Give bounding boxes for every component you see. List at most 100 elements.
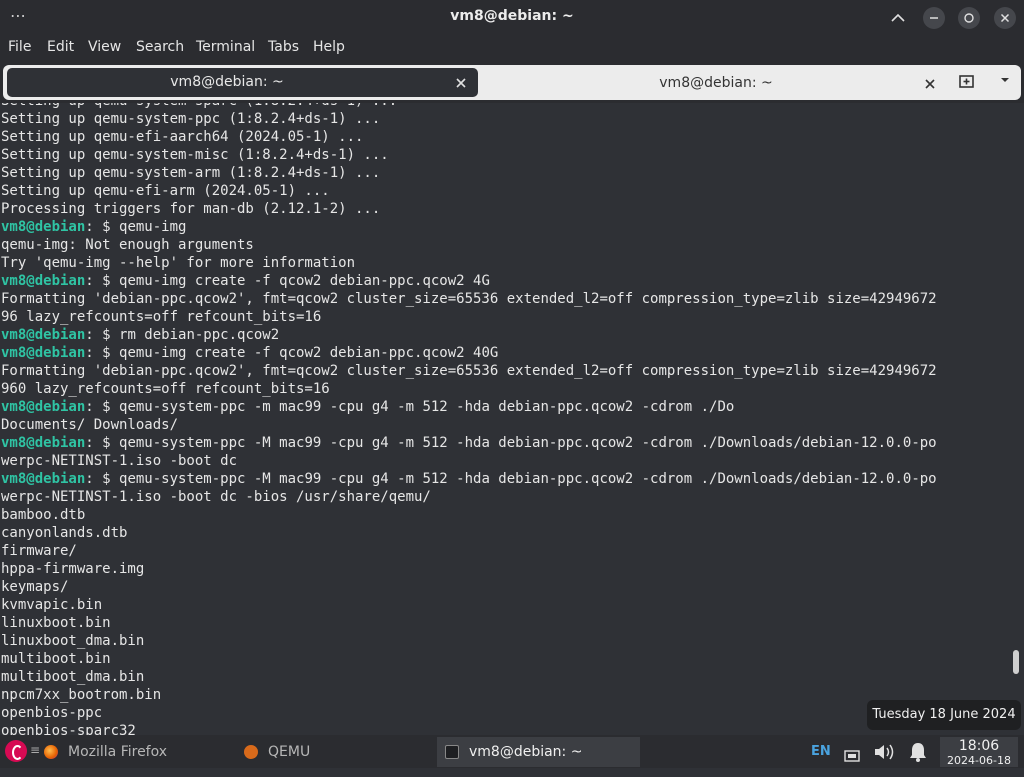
line-text: multiboot_dma.bin — [1, 669, 145, 685]
terminal-output-line: keymaps/ — [1, 578, 937, 596]
clock[interactable]: 18:06 2024-06-18 — [940, 737, 1018, 767]
terminal-command-line: vm8@debian: $ rm debian-ppc.qcow2 — [1, 326, 937, 344]
tab-1[interactable]: vm8@debian: ~ — [7, 68, 478, 97]
terminal-output-line: Setting up qemu-system-ppc (1:8.2.4+ds-1… — [1, 110, 937, 128]
line-text: Setting up qemu-system-ppc (1:8.2.4+ds-1… — [1, 111, 381, 127]
prompt-user: vm8@debian — [1, 345, 86, 361]
terminal-output-line: Documents/ Downloads/ — [1, 416, 937, 434]
keyboard-layout-indicator[interactable]: EN — [811, 735, 831, 768]
terminal-output-line: 96 lazy_refcounts=off refcount_bits=16 — [1, 308, 937, 326]
new-tab-icon[interactable] — [958, 73, 976, 91]
prompt-user: vm8@debian — [1, 471, 86, 487]
terminal-output-line: bamboo.dtb — [1, 506, 937, 524]
line-text: Setting up qemu-efi-arm (2024.05-1) ... — [1, 183, 330, 199]
line-text: linuxboot_dma.bin — [1, 633, 145, 649]
volume-icon[interactable] — [872, 740, 898, 764]
line-text: werpc-NETINST-1.iso -boot dc -bios /usr/… — [1, 489, 431, 505]
task-terminal[interactable]: vm8@debian: ~ — [437, 737, 640, 767]
terminal-output-line: canyonlands.dtb — [1, 524, 937, 542]
tab-1-close-icon[interactable] — [454, 72, 468, 94]
terminal-output-line: Formatting 'debian-ppc.qcow2', fmt=qcow2… — [1, 362, 937, 380]
line-text: linuxboot.bin — [1, 615, 111, 631]
terminal-output-line: npcm7xx_bootrom.bin — [1, 686, 937, 704]
line-text: firmware/ — [1, 543, 77, 559]
task-qemu-label: QEMU — [268, 744, 311, 760]
line-text: Setting up qemu-efi-aarch64 (2024.05-1) … — [1, 129, 364, 145]
terminal-output-line: multiboot_dma.bin — [1, 668, 937, 686]
task-firefox-label: Mozilla Firefox — [68, 744, 168, 760]
menu-tabs[interactable]: Tabs — [268, 39, 299, 55]
prompt-user: vm8@debian — [1, 273, 86, 289]
line-text: multiboot.bin — [1, 651, 111, 667]
task-firefox[interactable]: Mozilla Firefox — [36, 737, 226, 767]
tab-strip: vm8@debian: ~ vm8@debian: ~ — [3, 65, 1021, 100]
clock-time: 18:06 — [958, 738, 1000, 754]
line-text: Setting up qemu-system-sparc (1:8.2.4+ds… — [1, 103, 397, 109]
taskbar: ≡ Mozilla Firefox QEMU vm8@debian: ~ EN … — [0, 735, 1024, 768]
terminal-command-line: vm8@debian: $ qemu-img — [1, 218, 937, 236]
line-text: qemu-system-ppc -M mac99 -cpu g4 -m 512 … — [119, 471, 937, 487]
close-window-button[interactable] — [994, 7, 1016, 29]
terminal-output-line: werpc-NETINST-1.iso -boot dc — [1, 452, 937, 470]
task-qemu[interactable]: QEMU — [236, 737, 426, 767]
tabs-dropdown-icon[interactable] — [999, 74, 1011, 89]
prompt-separator: : $ — [85, 327, 120, 343]
terminal-command-line: vm8@debian: $ qemu-system-ppc -M mac99 -… — [1, 470, 937, 488]
terminal-command-line: vm8@debian: $ qemu-img create -f qcow2 d… — [1, 344, 937, 362]
line-text: qemu-system-ppc -m mac99 -cpu g4 -m 512 … — [119, 399, 735, 415]
terminal-output-line: kvmvapic.bin — [1, 596, 937, 614]
notification-bell-icon[interactable] — [906, 740, 930, 764]
debian-menu-icon[interactable] — [5, 740, 27, 762]
terminal-output-line: 960 lazy_refcounts=off refcount_bits=16 — [1, 380, 937, 398]
menu-help[interactable]: Help — [313, 39, 345, 55]
line-text: Formatting 'debian-ppc.qcow2', fmt=qcow2… — [1, 291, 937, 307]
network-icon[interactable] — [844, 744, 860, 762]
line-text: qemu-img create -f qcow2 debian-ppc.qcow… — [119, 273, 490, 289]
tab-bar: vm8@debian: ~ vm8@debian: ~ — [0, 61, 1024, 103]
terminal-output-line: Setting up qemu-system-misc (1:8.2.4+ds-… — [1, 146, 937, 164]
title-bar: ⋯ vm8@debian: ~ — [0, 0, 1024, 35]
line-text: Formatting 'debian-ppc.qcow2', fmt=qcow2… — [1, 363, 937, 379]
menu-terminal[interactable]: Terminal — [196, 39, 255, 55]
prompt-separator: : $ — [85, 273, 120, 289]
scrollbar-thumb[interactable] — [1013, 650, 1019, 674]
line-text: npcm7xx_bootrom.bin — [1, 687, 162, 703]
prompt-user: vm8@debian — [1, 399, 86, 415]
line-text: qemu-img create -f qcow2 debian-ppc.qcow… — [119, 345, 499, 361]
line-text: hppa-firmware.img — [1, 561, 145, 577]
chevron-up-icon[interactable] — [887, 7, 909, 29]
line-text: keymaps/ — [1, 579, 69, 595]
line-text: 96 lazy_refcounts=off refcount_bits=16 — [1, 309, 322, 325]
date-tooltip: Tuesday 18 June 2024 — [867, 700, 1021, 730]
minimize-button[interactable] — [923, 7, 945, 29]
tab-2-close-icon[interactable] — [923, 73, 937, 95]
terminal-output-line: hppa-firmware.img — [1, 560, 937, 578]
prompt-user: vm8@debian — [1, 327, 86, 343]
menu-search[interactable]: Search — [136, 39, 184, 55]
terminal-output-line: firmware/ — [1, 542, 937, 560]
terminal-output-line: Setting up qemu-efi-aarch64 (2024.05-1) … — [1, 128, 937, 146]
prompt-user: vm8@debian — [1, 435, 86, 451]
terminal-view[interactable]: Setting up qemu-system-sparc (1:8.2.4+ds… — [0, 103, 1024, 735]
line-text: canyonlands.dtb — [1, 525, 128, 541]
terminal-output-line: openbios-ppc — [1, 704, 937, 722]
line-text: qemu-system-ppc -M mac99 -cpu g4 -m 512 … — [119, 435, 937, 451]
menu-view[interactable]: View — [88, 39, 121, 55]
terminal-output-line: linuxboot.bin — [1, 614, 937, 632]
terminal-output-line: Setting up qemu-efi-arm (2024.05-1) ... — [1, 182, 937, 200]
line-text: openbios-ppc — [1, 705, 103, 721]
menu-file[interactable]: File — [8, 39, 31, 55]
maximize-button[interactable] — [958, 7, 980, 29]
terminal-command-line: vm8@debian: $ qemu-system-ppc -m mac99 -… — [1, 398, 937, 416]
line-text: werpc-NETINST-1.iso -boot dc — [1, 453, 238, 469]
terminal-icon — [445, 745, 459, 759]
menu-bar: File Edit View Search Terminal Tabs Help — [0, 35, 1024, 61]
line-text: rm debian-ppc.qcow2 — [119, 327, 280, 343]
terminal-output-line: werpc-NETINST-1.iso -boot dc -bios /usr/… — [1, 488, 937, 506]
line-text: Processing triggers for man-db (2.12.1-2… — [1, 201, 381, 217]
terminal-output-line: Try 'qemu-img --help' for more informati… — [1, 254, 937, 272]
prompt-separator: : $ — [85, 435, 120, 451]
line-text: Setting up qemu-system-arm (1:8.2.4+ds-1… — [1, 165, 381, 181]
terminal-command-line: vm8@debian: $ qemu-img create -f qcow2 d… — [1, 272, 937, 290]
menu-edit[interactable]: Edit — [47, 39, 74, 55]
